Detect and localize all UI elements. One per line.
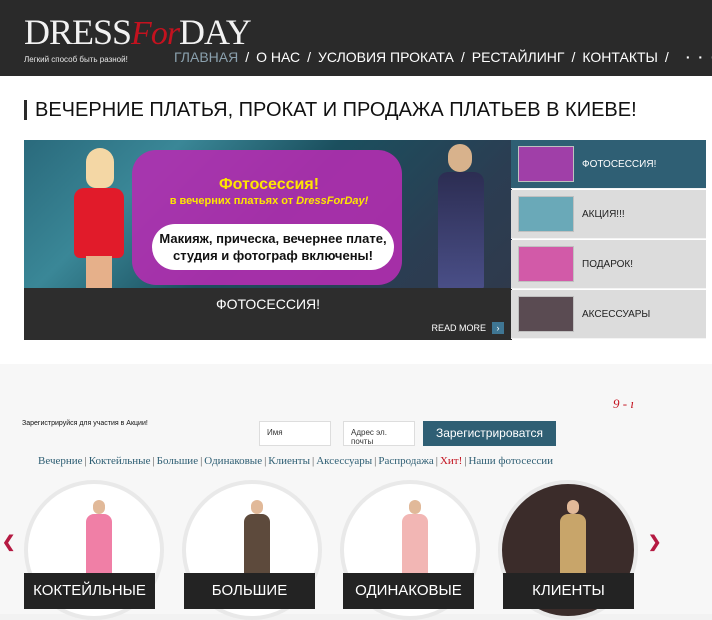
nav-item-rental-terms[interactable]: УСЛОВИЯ ПРОКАТА	[318, 49, 454, 65]
thumb-label: АКЦИЯ!!!	[582, 208, 625, 220]
model-red-dress-figure	[64, 148, 134, 288]
nav-more-icon[interactable]: · · · ·	[686, 49, 712, 65]
link-accessories[interactable]: Аксессуары	[316, 455, 372, 467]
slide-headline: Фотосессия!	[218, 176, 320, 193]
slide-caption: ФОТОСЕССИЯ!	[215, 296, 321, 312]
category-identical-label[interactable]: ОДИНАКОВЫЕ	[343, 573, 474, 609]
thumb-image	[518, 296, 574, 332]
nav-separator: /	[245, 49, 250, 65]
slide-bubble-line1: Макияж, прическа, вечернее плате,	[159, 231, 387, 246]
tagline: Легкий способ быть разной!	[24, 55, 128, 64]
slider-thumbnails: ФОТОСЕССИЯ! АКЦИЯ!!! ПОДАРОК! АКСЕССУАРЫ	[511, 140, 706, 340]
site-header: DRESSForDAY Легкий способ быть разной! Г…	[0, 0, 712, 76]
name-field[interactable]: Имя	[259, 421, 331, 446]
category-cocktail-label[interactable]: КОКТЕЙЛЬНЫЕ	[24, 573, 155, 609]
nav-separator: /	[307, 49, 312, 65]
main-nav: ГЛАВНАЯ / О НАС / УСЛОВИЯ ПРОКАТА / РЕСТ…	[174, 49, 712, 65]
slide-bubble: Макияж, прическа, вечернее плате, студия…	[152, 224, 394, 270]
thumb-promo[interactable]: АКЦИЯ!!!	[511, 190, 706, 239]
nav-item-restyling[interactable]: РЕСТАЙЛИНГ	[472, 49, 565, 65]
slide-subheadline: в вечерних платьях от DressForDay!	[134, 195, 404, 207]
promo-slider[interactable]: Фотосессия! в вечерних платьях от DressF…	[24, 140, 512, 340]
thumb-image	[518, 246, 574, 282]
link-cocktail[interactable]: Коктейльные	[89, 455, 151, 467]
email-field[interactable]: Адрес эл. почты	[343, 421, 415, 446]
thumb-gift[interactable]: ПОДАРОК!	[511, 240, 706, 289]
page-title: ВЕЧЕРНИЕ ПЛАТЬЯ, ПРОКАТ И ПРОДАЖА ПЛАТЬЕ…	[24, 100, 637, 120]
logo-text-dress: DRESS	[24, 12, 132, 52]
register-button[interactable]: Зарегистрироватся	[423, 421, 556, 446]
carousel-next-icon[interactable]: ❯	[648, 532, 661, 552]
chevron-right-icon: ›	[492, 322, 504, 334]
link-large[interactable]: Большие	[157, 455, 198, 467]
model-evening-dress-figure	[426, 144, 496, 288]
category-large-label[interactable]: БОЛЬШИЕ	[184, 573, 315, 609]
countdown: 9 - ı	[613, 396, 634, 411]
logo[interactable]: DRESSForDAY	[24, 12, 252, 54]
slide-sub-prefix: в вечерних платьях от	[169, 195, 294, 207]
thumb-image	[518, 146, 574, 182]
read-more-link[interactable]: READ MORE ›	[431, 322, 504, 334]
nav-separator: /	[460, 49, 465, 65]
category-clients-label[interactable]: КЛИЕНТЫ	[503, 573, 634, 609]
thumb-photosession[interactable]: ФОТОСЕССИЯ!	[511, 140, 706, 189]
slide-bubble-line2: студия и фотограф включены!	[173, 248, 373, 263]
logo-text-for: For	[131, 15, 180, 52]
carousel-prev-icon[interactable]: ❮	[2, 532, 15, 552]
thumb-label: ПОДАРОК!	[582, 258, 634, 270]
thumb-label: ФОТОСЕССИЯ!	[582, 158, 657, 170]
slide-image[interactable]: Фотосессия! в вечерних платьях от DressF…	[24, 140, 512, 288]
slide-caption-bar: ФОТОСЕССИЯ! READ MORE ›	[24, 288, 512, 340]
read-more-label: READ MORE	[431, 323, 486, 333]
slide-sub-brand: DressForDay!	[296, 195, 369, 207]
thumb-image	[518, 196, 574, 232]
link-identical[interactable]: Одинаковые	[204, 455, 262, 467]
link-sale[interactable]: Распродажа	[378, 455, 433, 467]
register-label: Зарегистрируйся для участия в Акции!	[22, 420, 148, 427]
link-evening[interactable]: Вечерние	[38, 455, 83, 467]
nav-separator: /	[571, 49, 576, 65]
nav-item-about[interactable]: О НАС	[256, 49, 300, 65]
nav-item-home[interactable]: ГЛАВНАЯ	[174, 49, 238, 65]
category-links: Вечерние | Коктейльные | Большие | Одинаковые |…	[38, 455, 554, 467]
logo-text-day: DAY	[179, 12, 252, 52]
thumb-label: АКСЕССУАРЫ	[582, 308, 651, 320]
thumb-accessories[interactable]: АКСЕССУАРЫ	[511, 290, 706, 339]
nav-item-contacts[interactable]: КОНТАКТЫ	[582, 49, 658, 65]
link-our-photosessions[interactable]: Наши фотосессии	[468, 455, 553, 467]
nav-separator: /	[664, 49, 669, 65]
category-carousel: ❮ КОКТЕЙЛЬНЫЕ БОЛЬШИЕ ОДИНАКОВЫЕ КЛИЕНТЫ…	[0, 470, 712, 620]
link-clients[interactable]: Клиенты	[268, 455, 310, 467]
link-hit[interactable]: Хит!	[440, 455, 462, 467]
